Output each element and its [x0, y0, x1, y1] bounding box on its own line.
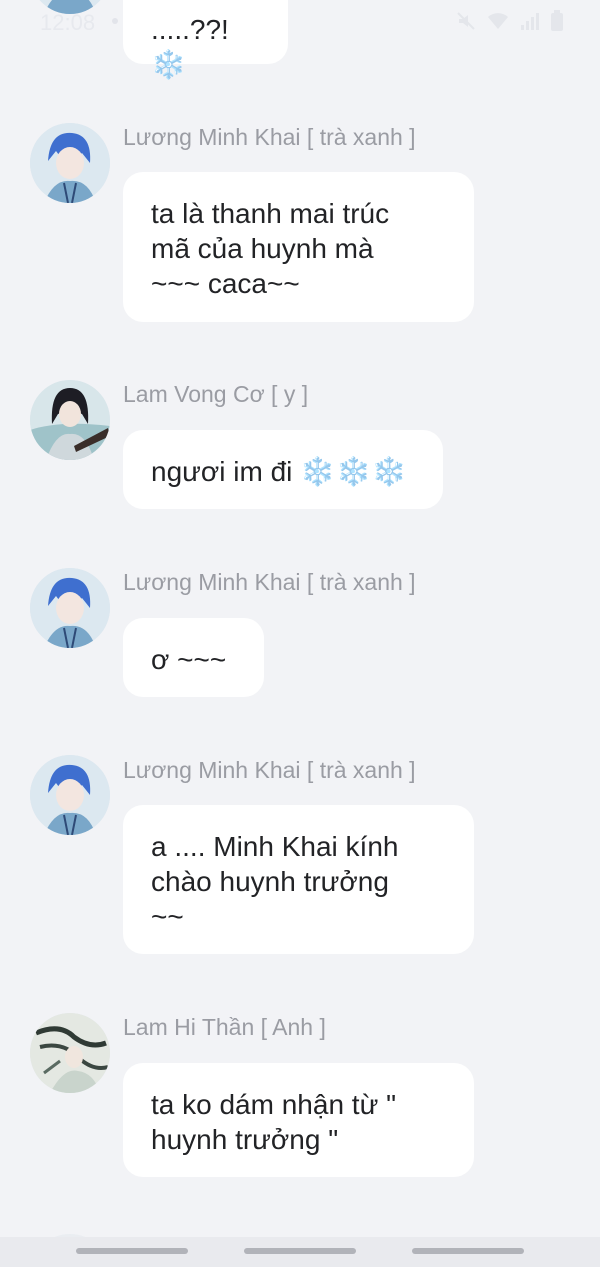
message-bubble[interactable]: .....??! ❄️	[123, 0, 288, 80]
sender-name: Lương Minh Khai [ trà xanh ]	[123, 757, 416, 783]
message-text: .....??!	[151, 14, 229, 45]
battery-icon	[550, 10, 564, 32]
message-text: ơ ~~~	[151, 644, 227, 675]
nav-back-button[interactable]	[412, 1248, 524, 1254]
sender-name: Lương Minh Khai [ trà xanh ]	[123, 124, 416, 150]
snowflake-icon: ❄️	[300, 456, 337, 487]
message-line: ta là thanh mai trúc	[151, 198, 390, 229]
message-bubble[interactable]: ta là thanh mai trúc mã của huynh mà ~~~…	[123, 172, 474, 322]
status-icons	[456, 10, 564, 32]
message-bubble[interactable]: a .... Minh Khai kính chào huynh trưởng …	[123, 805, 474, 954]
message-bubble[interactable]: ngươi im đi ❄️❄️❄️	[123, 430, 443, 509]
nav-home-button[interactable]	[244, 1248, 356, 1254]
mute-icon	[456, 11, 476, 31]
message-line: a .... Minh Khai kính	[151, 831, 399, 862]
message-line: huynh trưởng "	[151, 1124, 339, 1155]
message-line: mã của huynh mà	[151, 233, 374, 264]
chat-screen: 12:08 .....??!❄️ Lương Minh Khai [trà x…	[0, 0, 600, 1267]
message-line: chào huynh trưởng	[151, 866, 389, 897]
sender-name: Lam Vong Cơ [ y ]	[123, 381, 309, 407]
avatar[interactable]	[30, 568, 110, 648]
message-line: ~~	[151, 901, 184, 932]
sender-name: Lương Minh Khai [ trà xanh ]	[123, 569, 416, 595]
message-bubble[interactable]: ta ko dám nhận từ " huynh trưởng "	[123, 1063, 474, 1177]
avatar[interactable]	[30, 123, 110, 203]
avatar[interactable]	[30, 755, 110, 835]
notification-dot	[112, 18, 118, 24]
message-line: ta ko dám nhận từ "	[151, 1089, 397, 1120]
snowflake-icon: ❄️	[151, 49, 187, 80]
wifi-icon	[486, 11, 510, 31]
avatar[interactable]	[30, 380, 110, 460]
snowflake-icon: ❄️	[336, 456, 372, 487]
message-line: ~~~ caca~~	[151, 268, 300, 299]
signal-icon	[520, 11, 540, 31]
avatar[interactable]	[30, 1013, 110, 1093]
nav-recent-apps-button[interactable]	[76, 1248, 188, 1254]
message-text: ngươi im đi	[151, 456, 301, 487]
navigation-bar	[0, 1237, 600, 1267]
snowflake-icon: ❄️	[371, 456, 408, 487]
message-bubble[interactable]: ơ ~~~	[123, 618, 264, 697]
sender-name: Lam Hi Thần [ Anh ]	[123, 1014, 326, 1040]
